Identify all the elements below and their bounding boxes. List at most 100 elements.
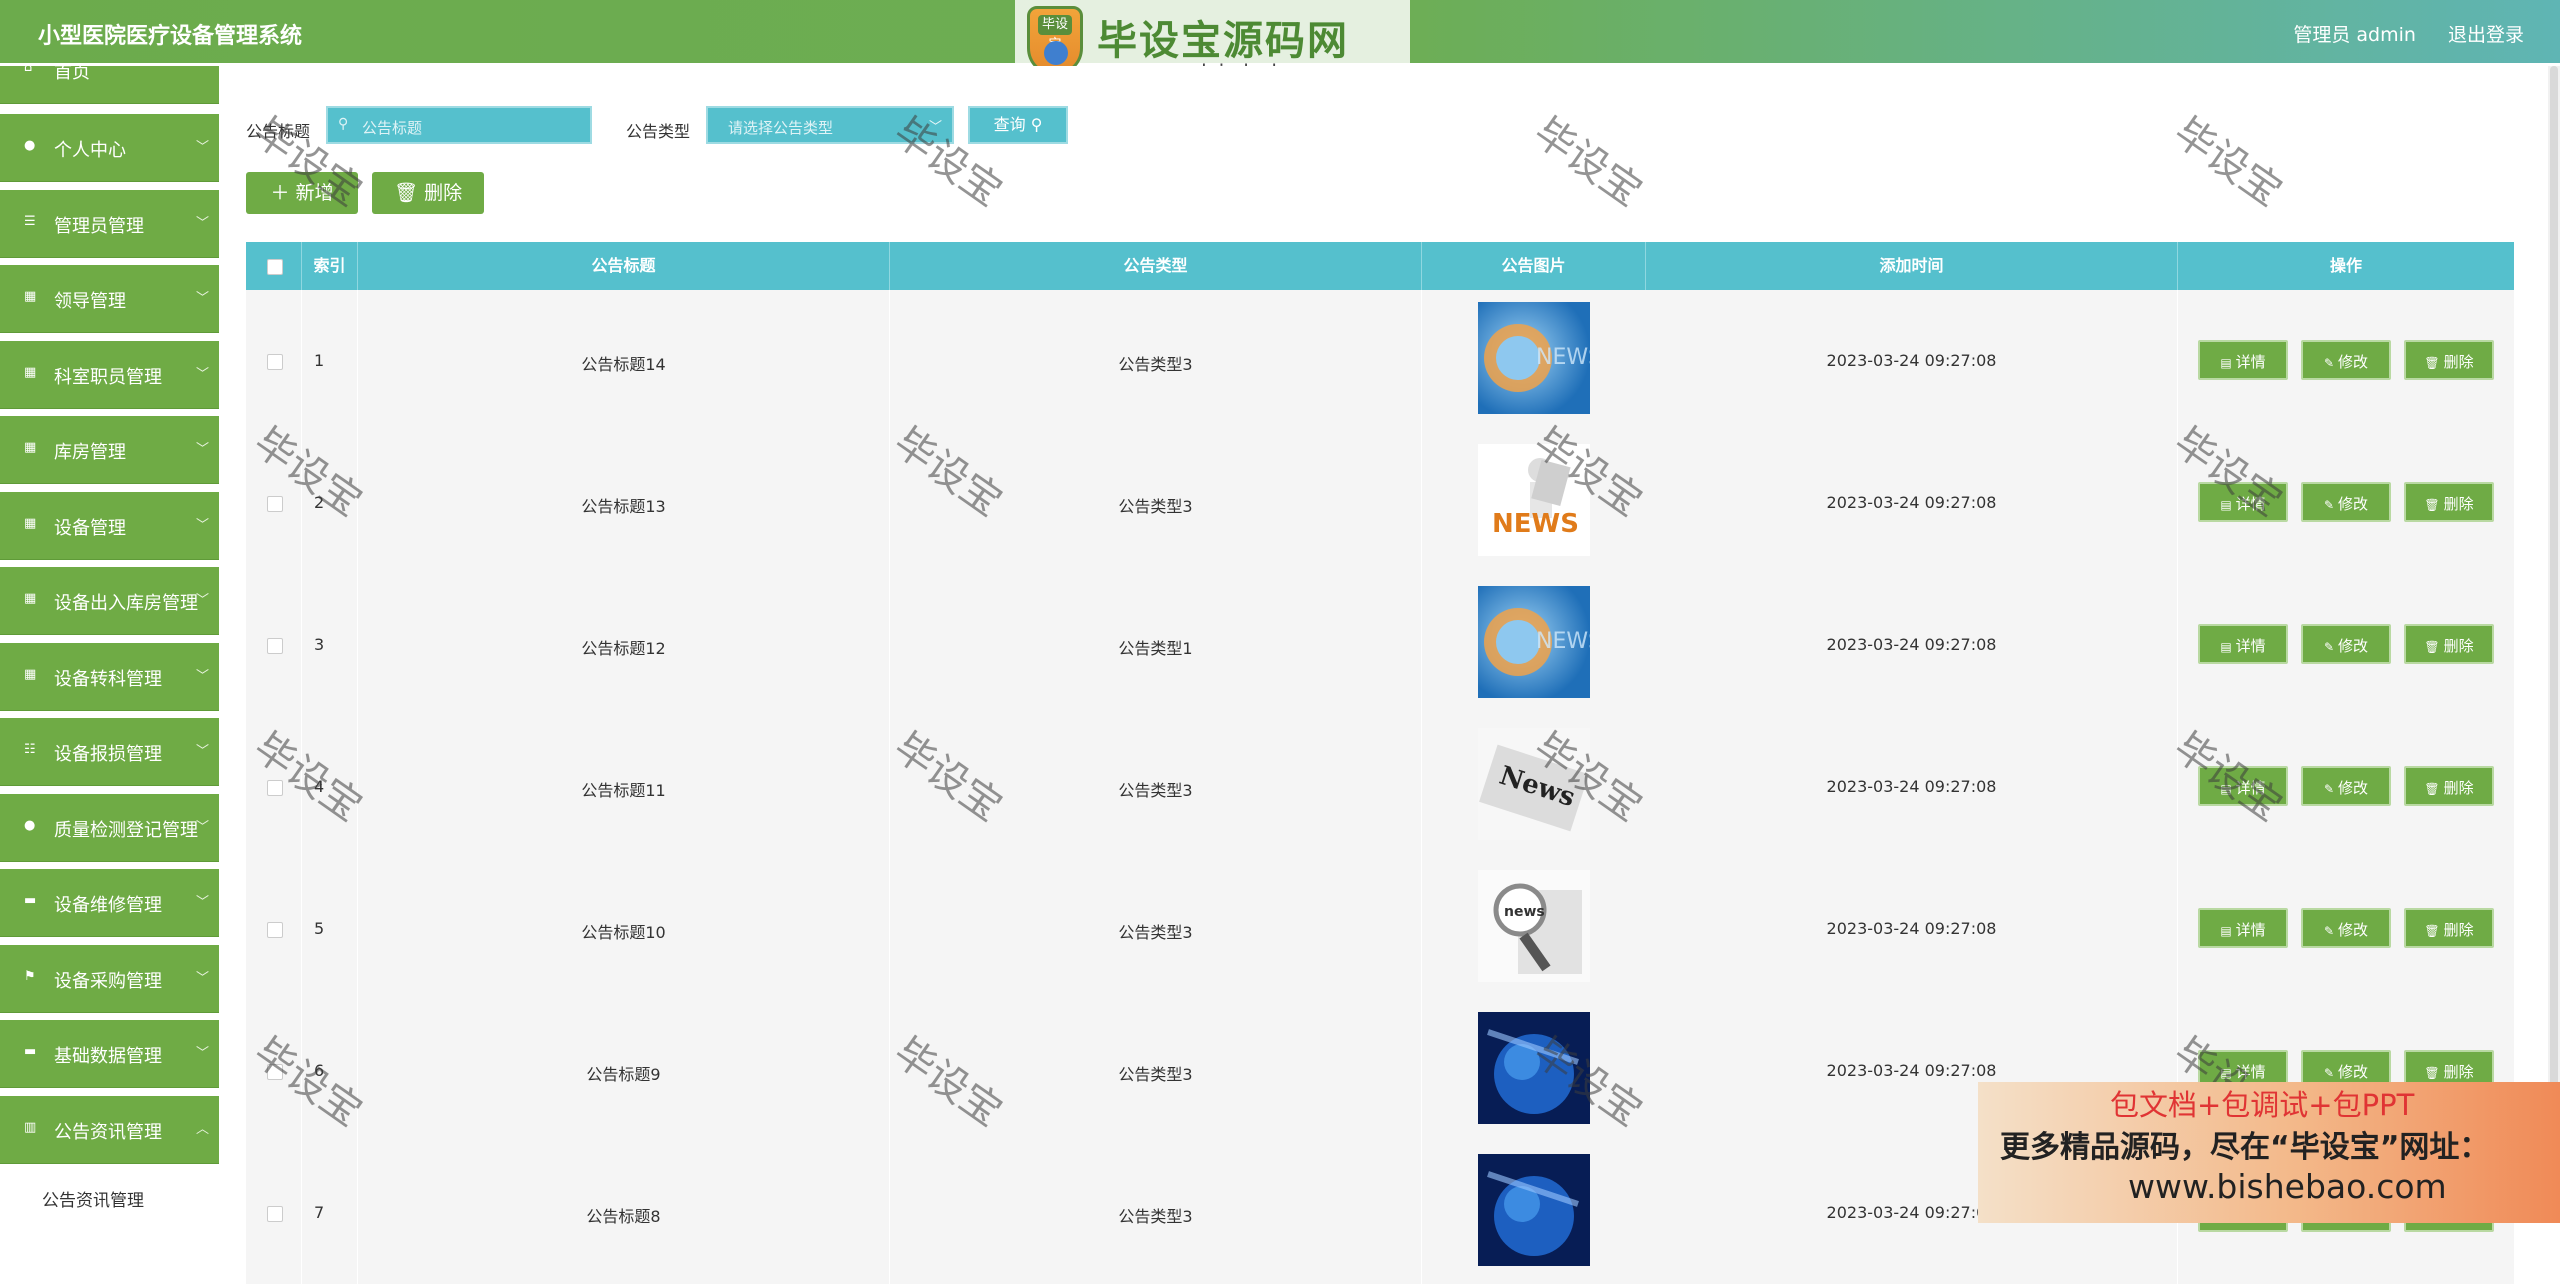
promo-line3: www.bishebao.com (2128, 1167, 2447, 1206)
row-checkbox[interactable] (267, 922, 283, 938)
sidebar-item-label: 首页 (54, 66, 90, 83)
edit-button[interactable]: ✎修改 (2301, 340, 2391, 380)
chevron-down-icon: ﹀ (195, 1046, 209, 1061)
sidebar-item-notice[interactable]: ▥ 公告资讯管理 ︿ (0, 1096, 219, 1164)
query-button[interactable]: 查询 ⚲ (968, 106, 1068, 144)
vertical-scrollbar[interactable] (2548, 66, 2560, 1223)
delete-button-label: 删除 (2443, 921, 2474, 939)
sidebar-item-profile[interactable]: ● 个人中心 ﹀ (0, 114, 219, 182)
detail-button-label: 详情 (2235, 637, 2266, 655)
detail-button-label: 详情 (2235, 921, 2266, 939)
detail-button[interactable]: ▤详情 (2198, 340, 2288, 380)
row-checkbox[interactable] (267, 496, 283, 512)
document-icon: ▤ (2220, 1066, 2232, 1080)
edit-button-label: 修改 (2338, 353, 2369, 371)
sidebar-item-inout[interactable]: ▦ 设备出入库房管理 ﹀ (0, 567, 219, 635)
chevron-down-icon: ﹀ (195, 669, 209, 684)
delete-button[interactable]: 🗑删除 (2404, 482, 2494, 522)
row-time: 2023-03-24 09:27:08 (1826, 1061, 1997, 1080)
sidebar-item-label: 设备管理 (54, 518, 126, 539)
row-image (1478, 1012, 1590, 1124)
row-checkbox[interactable] (267, 1064, 283, 1080)
logout-link[interactable]: 退出登录 (2448, 24, 2524, 46)
monitor-icon: ▬ (24, 893, 37, 908)
promo-banner: 包文档+包调试+包PPT 更多精品源码，尽在“毕设宝”网址： www.bishe… (1978, 1082, 2560, 1223)
sidebar-subitem-label: 公告资讯管理 (42, 1191, 144, 1211)
sidebar-subitem-notice[interactable]: 公告资讯管理 (0, 1174, 222, 1214)
edit-button[interactable]: ✎修改 (2301, 908, 2391, 948)
row-type-cell: 公告类型3 (890, 716, 1422, 858)
sidebar-item-warehouse[interactable]: ▦ 库房管理 ﹀ (0, 416, 219, 484)
admin-label: 管理员 admin (2293, 24, 2416, 46)
row-title-cell: 公告标题10 (358, 858, 890, 1000)
row-checkbox[interactable] (267, 354, 283, 370)
chevron-down-icon: ﹀ (195, 291, 209, 306)
type-select[interactable]: 请选择公告类型 ﹀ (706, 106, 954, 144)
row-checkbox[interactable] (267, 638, 283, 654)
header-image: 公告图片 (1422, 242, 1646, 290)
add-button[interactable]: ＋ 新增 (246, 172, 358, 214)
sidebar-item-home[interactable]: ⌂ 首页 (0, 66, 219, 104)
edit-button[interactable]: ✎修改 (2301, 766, 2391, 806)
delete-button-label: 删除 (2443, 779, 2474, 797)
row-checkbox[interactable] (267, 1206, 283, 1222)
svg-text:NEWS: NEWS (1536, 345, 1590, 370)
row-select-cell (246, 432, 302, 574)
delete-button[interactable]: 🗑删除 (2404, 624, 2494, 664)
sidebar-item-equipment[interactable]: ▦ 设备管理 ﹀ (0, 492, 219, 560)
detail-button[interactable]: ▤详情 (2198, 908, 2288, 948)
sidebar-item-label: 设备采购管理 (54, 971, 162, 992)
select-all-checkbox[interactable] (267, 259, 283, 275)
sidebar-item-quality[interactable]: ● 质量检测登记管理 ﹀ (0, 794, 219, 862)
row-index: 2 (314, 493, 325, 512)
sidebar-item-staff[interactable]: ▦ 科室职员管理 ﹀ (0, 341, 219, 409)
sidebar-item-label: 个人中心 (54, 140, 126, 161)
trash-icon: 🗑 (393, 182, 419, 204)
row-index-cell: 6 (302, 1000, 358, 1142)
document-icon: ▤ (2220, 498, 2232, 512)
delete-button[interactable]: 🗑删除 (2404, 766, 2494, 806)
table-row: 5 公告标题10 公告类型3 news 2023-03-24 09:27:08 ▤ 详情 ✎ 修… (246, 858, 2514, 1002)
row-type-cell: 公告类型3 (890, 1000, 1422, 1142)
document-icon: ▤ (2220, 640, 2232, 654)
batch-delete-button[interactable]: 🗑 删除 (372, 172, 484, 214)
row-index: 5 (314, 919, 325, 938)
pencil-icon: ✎ (2323, 782, 2335, 796)
row-type-cell: 公告类型3 (890, 1142, 1422, 1284)
edit-button[interactable]: ✎修改 (2301, 624, 2391, 664)
sidebar-item-transfer[interactable]: ▦ 设备转科管理 ﹀ (0, 643, 219, 711)
row-title-cell: 公告标题11 (358, 716, 890, 858)
chevron-down-icon: ﹀ (195, 442, 209, 457)
chevron-down-icon: ﹀ (195, 140, 209, 155)
title-search-input[interactable]: ⚲ 公告标题 (326, 106, 592, 144)
delete-button-label: 删除 (2443, 1063, 2474, 1081)
row-type: 公告类型3 (1118, 355, 1193, 374)
bulb-icon: ● (24, 818, 36, 833)
row-checkbox[interactable] (267, 780, 283, 796)
delete-button[interactable]: 🗑删除 (2404, 908, 2494, 948)
table-row: 1 公告标题14 公告类型3 NEWS 2023-03-24 09:27:08 ▤详情 ✎修… (246, 290, 2514, 434)
edit-button-label: 修改 (2338, 637, 2369, 655)
row-index-cell: 1 (302, 290, 358, 432)
sidebar-item-label: 管理员管理 (54, 216, 144, 237)
detail-button[interactable]: ▤详情 (2198, 482, 2288, 522)
sidebar-item-damage[interactable]: ☷ 设备报损管理 ﹀ (0, 718, 219, 786)
table-header: 索引 公告标题 公告类型 公告图片 添加时间 操作 (246, 242, 2514, 290)
sidebar-item-admin[interactable]: ☰ 管理员管理 ﹀ (0, 190, 219, 258)
query-button-label: 查询 (993, 115, 1026, 134)
sidebar-item-repair[interactable]: ▬ 设备维修管理 ﹀ (0, 869, 219, 937)
sidebar-item-basedata[interactable]: ▬ 基础数据管理 ﹀ (0, 1020, 219, 1088)
sidebar-item-purchase[interactable]: ⚑ 设备采购管理 ﹀ (0, 945, 219, 1013)
detail-button[interactable]: ▤详情 (2198, 766, 2288, 806)
trash-icon: 🗑 (2424, 1066, 2440, 1080)
row-index: 6 (314, 1061, 325, 1080)
edit-button[interactable]: ✎修改 (2301, 482, 2391, 522)
delete-button[interactable]: 🗑删除 (2404, 340, 2494, 380)
grid-icon: ▦ (24, 667, 37, 682)
scrollbar-thumb[interactable] (2550, 66, 2558, 1223)
grid-icon: ▦ (24, 516, 37, 531)
search-icon: ⚲ (1030, 115, 1043, 134)
detail-button[interactable]: ▤详情 (2198, 624, 2288, 664)
sidebar-item-leader[interactable]: ▦ 领导管理 ﹀ (0, 265, 219, 333)
pencil-icon: ✎ (2323, 640, 2335, 654)
